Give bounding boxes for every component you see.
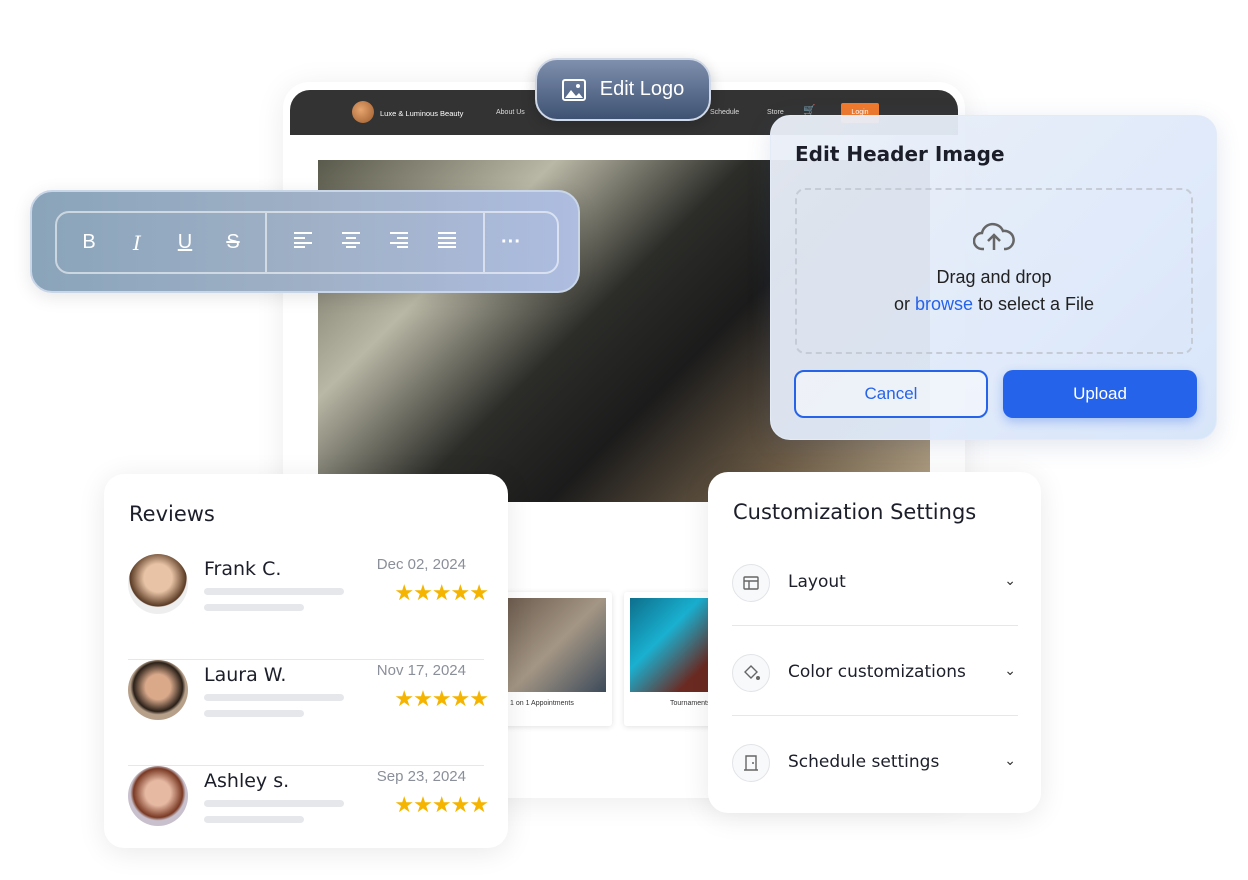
align-center-icon[interactable] [327,231,375,254]
review-item: Ashley s. Sep 23, 2024 ★★★★★ [128,766,489,872]
reviews-title: Reviews [129,502,215,526]
drag-drop-text: Drag and drop [936,267,1052,287]
service-card[interactable]: 1 on 1 Appointments [500,592,612,726]
text-placeholder [204,588,344,595]
setting-label: Color customizations [788,662,966,682]
text-placeholder [204,710,304,717]
cancel-button[interactable]: Cancel [794,370,988,418]
align-justify-icon[interactable] [423,231,471,254]
upload-button[interactable]: Upload [1003,370,1197,418]
setting-label: Layout [788,572,846,592]
edit-logo-label: Edit Logo [599,78,685,100]
align-left-icon[interactable] [279,231,327,254]
avatar [128,766,188,826]
review-date: Nov 17, 2024 [376,662,466,679]
reviewer-name: Frank C. [204,558,282,580]
setting-color[interactable]: Color customizations ⌄ [732,626,1018,716]
service-caption: Tournaments [670,700,711,707]
nav-about[interactable]: About Us [496,109,525,116]
nav-schedule[interactable]: Schedule [710,109,739,116]
customization-title: Customization Settings [733,500,977,524]
underline-button[interactable]: U [161,231,209,254]
file-dropzone[interactable]: Drag and drop or browse to select a File [795,188,1193,354]
chevron-down-icon[interactable]: ⌄ [1004,572,1016,589]
more-options-button[interactable]: ··· [485,231,537,254]
text-placeholder [204,800,344,807]
service-image [506,598,606,692]
site-brand: Luxe & Luminous Beauty [380,109,464,118]
text-placeholder [204,816,304,823]
dialog-title: Edit Header Image [795,142,1005,166]
setting-label: Schedule settings [788,752,940,772]
setting-schedule[interactable]: Schedule settings ⌄ [732,716,1018,806]
cloud-upload-icon [972,222,1015,251]
reviews-card: Reviews Frank C. Dec 02, 2024 ★★★★★ Laur… [104,474,508,848]
star-rating: ★★★★★ [394,792,489,817]
review-item: Laura W. Nov 17, 2024 ★★★★★ [128,660,489,766]
customization-settings-card: Customization Settings Layout ⌄ Color cu… [708,472,1041,813]
paint-bucket-icon [732,654,770,692]
star-rating: ★★★★★ [394,686,489,711]
site-logo[interactable] [352,101,374,123]
text-placeholder [204,694,344,701]
italic-button[interactable]: I [113,231,161,255]
nav-store[interactable]: Store [767,109,784,116]
chevron-down-icon[interactable]: ⌄ [1004,752,1016,769]
browse-link[interactable]: browse [915,294,973,314]
bold-button[interactable]: B [65,231,113,254]
or-text: or [893,294,915,314]
chevron-down-icon[interactable]: ⌄ [1004,662,1016,679]
door-icon [732,744,770,782]
edit-header-image-dialog: Edit Header Image Drag and drop or brows… [770,115,1217,440]
text-placeholder [204,604,304,611]
reviewer-name: Ashley s. [204,770,290,792]
edit-logo-button[interactable]: Edit Logo [535,58,711,121]
image-icon [561,78,586,101]
select-file-text: to select a File [972,294,1095,314]
layout-icon [732,564,770,602]
review-date: Dec 02, 2024 [376,556,466,573]
text-format-toolbar: B I U S ··· [30,190,580,293]
setting-layout[interactable]: Layout ⌄ [732,536,1018,626]
align-right-icon[interactable] [375,231,423,254]
strikethrough-button[interactable]: S [209,231,257,254]
star-rating: ★★★★★ [394,580,489,605]
avatar [128,660,188,720]
service-image [630,598,714,692]
service-card[interactable]: Tournaments [624,592,714,726]
avatar [128,554,188,614]
review-item: Frank C. Dec 02, 2024 ★★★★★ [128,554,489,660]
reviewer-name: Laura W. [204,664,287,686]
service-caption: 1 on 1 Appointments [510,700,574,707]
review-date: Sep 23, 2024 [376,768,466,785]
